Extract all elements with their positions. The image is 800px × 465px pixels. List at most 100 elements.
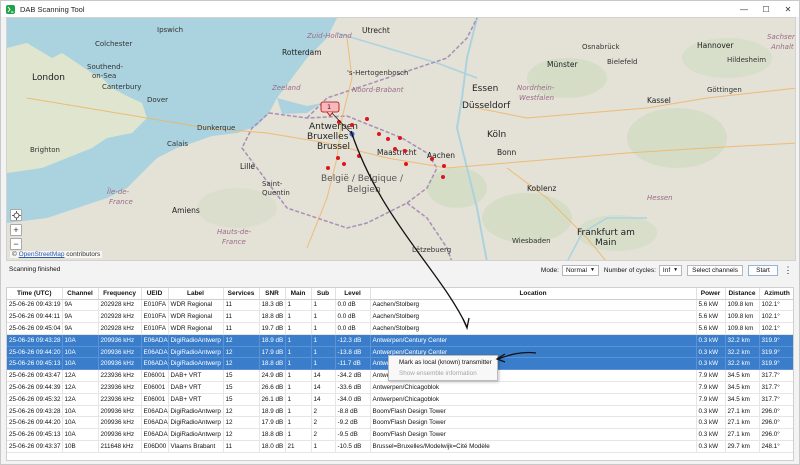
table-cell: 10A [62, 334, 99, 347]
map-label-brighton: Brighton [30, 146, 60, 154]
table-cell: 223936 kHz [98, 381, 142, 394]
table-row[interactable]: 25-06-26 09:43:19 9A 202928 kHz E010FA WDR R… [7, 299, 793, 312]
start-button[interactable]: Start [748, 264, 778, 276]
table-cell: 25-06-26 09:45:32 [7, 393, 63, 406]
table-cell: DAB+ VRT [168, 381, 224, 394]
tx-selected-label: 1 [327, 103, 332, 111]
table-cell: 1 [285, 416, 312, 430]
minimize-button[interactable]: — [733, 1, 755, 17]
table-row[interactable]: 25-06-26 09:44:39 12A 223936 kHz E06001 DAB+… [7, 381, 793, 394]
table-row[interactable]: 25-06-26 09:43:28 10A 209936 kHz E06ADA Digi… [7, 405, 793, 418]
table-cell: 21 [285, 440, 312, 453]
table-cell: Boom/Flash Design Tower [370, 428, 697, 442]
column-header[interactable]: Time (UTC) [7, 288, 63, 300]
chevron-down-icon: ▼ [673, 267, 679, 273]
map-label-zeeland: Zeeland [272, 84, 301, 92]
column-header[interactable]: Services [223, 288, 260, 300]
table-cell: E06ADA [141, 405, 169, 418]
table-cell: -9.2 dB [335, 416, 371, 430]
column-header[interactable]: Power [696, 288, 726, 300]
column-header[interactable]: Main [285, 288, 312, 300]
map-label-bonn: Bonn [497, 148, 517, 157]
map-label-southend: Southend- [87, 63, 124, 71]
table-cell: 14 [311, 369, 336, 383]
table-cell: 25-06-26 09:43:47 [7, 369, 63, 383]
table-cell: 209936 kHz [98, 428, 142, 442]
table-cell: 1 [285, 310, 312, 324]
map-label-westfalen: Westfalen [519, 94, 555, 102]
table-row[interactable]: 25-06-26 09:44:20 10A 209936 kHz E06ADA Digi… [7, 416, 793, 430]
table-cell: 2 [311, 428, 336, 442]
map-label-sachsen: Sachsen- [767, 33, 796, 41]
table-cell: DigiRadioAntwerp [168, 357, 224, 371]
map-label-aachen: Aachen [427, 151, 455, 160]
cycles-select[interactable]: Inf ▼ [658, 264, 683, 276]
table-cell: Aachen/Stolberg [370, 322, 697, 335]
table-cell: 1 [311, 322, 336, 335]
column-header[interactable]: Distance [725, 288, 760, 300]
table-row[interactable]: 25-06-26 09:45:32 12A 223936 kHz E06001 DAB+… [7, 393, 793, 406]
table-cell: 29.7 km [725, 440, 760, 453]
maximize-button[interactable]: ☐ [755, 1, 777, 17]
table-cell: 19.7 dB [259, 322, 286, 335]
close-button[interactable]: ✕ [777, 1, 799, 17]
table-row[interactable]: 25-06-26 09:44:11 9A 202928 kHz E010FA WDR R… [7, 310, 793, 324]
table-cell: -9.5 dB [335, 428, 371, 442]
zoom-in-button[interactable]: + [10, 224, 22, 236]
table-cell: 10B [62, 440, 99, 453]
table-cell: 14 [311, 393, 336, 406]
table-cell: 1 [285, 405, 312, 418]
column-header[interactable]: Channel [62, 288, 99, 300]
select-channels-button[interactable]: Select channels [687, 264, 743, 276]
map-label-colchester: Colchester [95, 40, 133, 48]
map-label-saint: Saint- [262, 180, 283, 188]
table-row[interactable]: 25-06-26 09:45:13 10A 209936 kHz E06ADA Digi… [7, 428, 793, 442]
map-label-hannover: Hannover [697, 41, 734, 50]
map-attribution: © OpenStreetMap contributors [10, 251, 103, 258]
table-cell: 25-06-26 09:44:39 [7, 381, 63, 394]
table-cell: 1 [311, 440, 336, 453]
column-header[interactable]: SNR [259, 288, 286, 300]
table-cell: 25-06-26 09:45:13 [7, 357, 63, 371]
table-row[interactable]: 25-06-26 09:43:28 10A 209936 kHz E06ADA Digi… [7, 334, 793, 347]
map-label-calais: Calais [167, 140, 189, 148]
table-cell: 34.5 km [725, 381, 760, 394]
column-header[interactable]: Sub [311, 288, 336, 300]
column-header[interactable]: Azimuth [759, 288, 793, 300]
column-header[interactable]: Label [168, 288, 224, 300]
map-view[interactable]: London Southend- on-Sea Colchester Ipswi… [6, 17, 796, 261]
table-cell: 5.6 kW [696, 322, 726, 335]
map-label-utrecht: Utrecht [362, 26, 390, 35]
table-row[interactable]: 25-06-26 09:45:04 9A 202928 kHz E010FA WDR R… [7, 322, 793, 335]
table-cell: 12 [223, 334, 260, 347]
mark-local-transmitter-item[interactable]: Mark as local (known) transmitter [389, 357, 497, 368]
table-cell: 223936 kHz [98, 393, 142, 406]
map-label-kassel: Kassel [647, 96, 671, 105]
mode-select[interactable]: Normal ▼ [561, 264, 599, 276]
osm-link[interactable]: OpenStreetMap [19, 251, 65, 258]
table-cell: 102.1° [759, 299, 793, 312]
table-cell: 5.6 kW [696, 310, 726, 324]
table-cell: E06001 [141, 381, 169, 394]
table-cell: 24.9 dB [259, 369, 286, 383]
table-cell: 12A [62, 369, 99, 383]
column-header[interactable]: Frequency [98, 288, 142, 300]
table-cell: 1 [285, 369, 312, 383]
table-cell: 18.8 dB [259, 428, 286, 442]
table-cell: 9A [62, 299, 99, 312]
map-label-quentin: Quentin [262, 189, 290, 197]
more-options-icon[interactable]: ⋮ [783, 265, 793, 276]
zoom-out-button[interactable]: − [10, 238, 22, 250]
table-cell: 26.1 dB [259, 393, 286, 406]
map-label-noordbrabant: Noord-Brabant [352, 86, 404, 94]
locate-button[interactable] [10, 209, 22, 221]
table-cell: WDR Regional [168, 322, 224, 335]
column-header[interactable]: Location [370, 288, 697, 300]
table-cell: 10A [62, 416, 99, 430]
column-header[interactable]: Level [335, 288, 371, 300]
table-cell: DAB+ VRT [168, 393, 224, 406]
table-cell: E06ADA [141, 428, 169, 442]
column-header[interactable]: UEID [141, 288, 169, 300]
table-cell: 12A [62, 393, 99, 406]
table-row[interactable]: 25-06-26 09:43:37 10B 211648 kHz E06D00 Vlaa… [7, 440, 793, 453]
